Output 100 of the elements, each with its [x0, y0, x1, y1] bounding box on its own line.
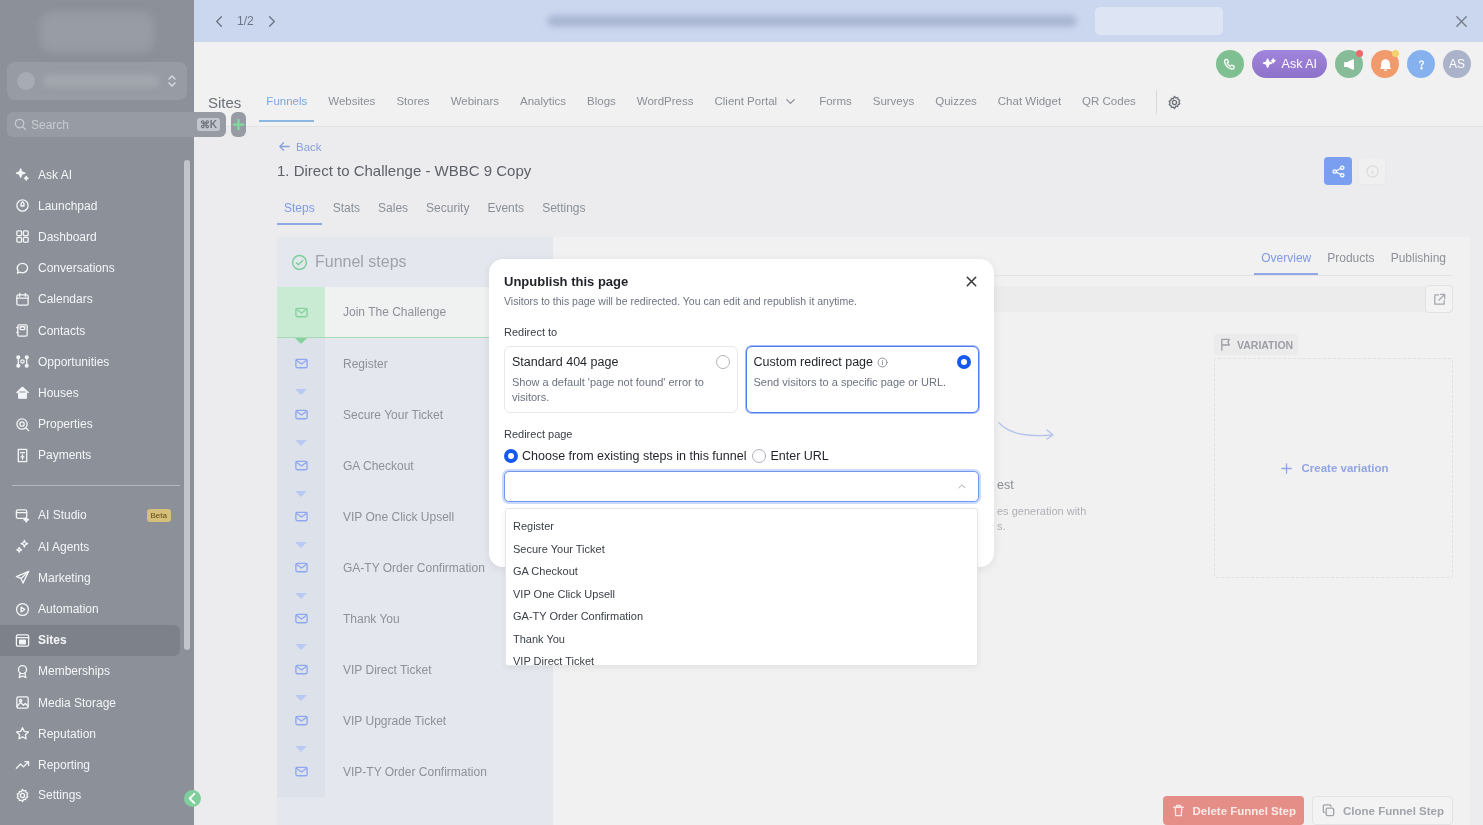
radio-button[interactable] [957, 355, 971, 369]
radio-button[interactable] [504, 449, 518, 463]
nav-tab[interactable]: Webinars [443, 82, 506, 122]
dropdown-option[interactable]: GA Checkout [506, 560, 977, 583]
close-icon [1454, 13, 1469, 29]
field-label: Redirect page [504, 428, 574, 440]
add-button[interactable] [231, 112, 246, 137]
nav-tab[interactable]: Funnels [259, 82, 315, 122]
redirect-option-card[interactable]: Custom redirect page Send visitors to a specific page or URL. [745, 346, 979, 413]
sidebar-item[interactable]: Dashboard [0, 221, 180, 253]
page-counter: 1/2 [237, 14, 254, 28]
variation-label: VARIATION [1214, 334, 1299, 355]
nav-tab[interactable]: Surveys [865, 82, 922, 122]
radio-button[interactable] [715, 355, 730, 369]
account-switcher[interactable] [7, 62, 187, 100]
dropdown-option[interactable]: GA-TY Order Confirmation [506, 605, 977, 628]
page-tab[interactable]: Settings [535, 201, 593, 225]
avatar[interactable]: AS [1443, 50, 1471, 78]
ask-ai-button[interactable]: Ask AI [1251, 50, 1327, 78]
radio-button[interactable] [752, 449, 767, 463]
radio-option[interactable]: Choose from existing steps in this funnel [504, 449, 747, 463]
nav-tab[interactable]: Chat Widget [990, 82, 1069, 122]
sidebar-item[interactable]: Calendars [0, 283, 180, 315]
chevron-up-down-icon [167, 73, 177, 89]
open-external-button[interactable] [1425, 285, 1453, 313]
sidebar-item[interactable]: Conversations [0, 252, 180, 284]
dialog-title: Unpublish this page [504, 274, 629, 289]
sidebar-item[interactable]: Properties [0, 408, 180, 440]
share-button[interactable] [1324, 157, 1352, 185]
sidebar-item[interactable]: Memberships [0, 655, 180, 687]
close-button[interactable] [964, 274, 979, 289]
sidebar-item[interactable]: Settings [0, 779, 180, 811]
nav-tab[interactable]: Analytics [513, 82, 574, 122]
sidebar-item[interactable]: Automation [0, 593, 180, 625]
delete-button[interactable]: Delete Funnel Step [1162, 796, 1305, 825]
dropdown-option[interactable]: Thank You [506, 627, 977, 650]
trash-icon [1170, 803, 1186, 818]
envelope-icon [293, 458, 309, 473]
sidebar-item[interactable]: Reporting [0, 749, 180, 781]
clone-button[interactable]: Clone Funnel Step [1312, 796, 1453, 825]
sparkle-icon [15, 167, 30, 183]
sidebar-item[interactable]: Reputation [0, 718, 180, 750]
page-select-field[interactable] [504, 471, 979, 502]
copy-icon [1321, 803, 1337, 818]
bell-button[interactable] [1371, 50, 1399, 78]
nav-tab[interactable]: QR Codes [1075, 82, 1143, 122]
sidebar-item[interactable]: Houses [0, 377, 180, 409]
dropdown-option[interactable]: Secure Your Ticket [506, 537, 977, 560]
nav-tab[interactable]: Quizzes [928, 82, 984, 122]
sidebar-item[interactable]: Marketing [0, 562, 180, 594]
dropdown-option[interactable]: Register [506, 515, 977, 538]
detail-tab[interactable]: Overview [1254, 251, 1319, 275]
page-tab[interactable]: Security [419, 201, 477, 225]
nav-tab[interactable]: Forms [812, 82, 859, 122]
sidebar-item[interactable]: AI Studio Beta [0, 499, 180, 532]
option-description: Show a default 'page not found' error to visitors. [512, 375, 705, 405]
image-icon [15, 695, 30, 711]
megaphone-button[interactable] [1335, 50, 1363, 78]
nav-tab[interactable]: Stores [389, 82, 437, 122]
external-link-icon [1431, 291, 1447, 307]
page-tab[interactable]: Events [480, 201, 532, 225]
arrow-drawing [997, 420, 1057, 440]
sidebar-item[interactable]: AI Agents [0, 531, 180, 563]
shortcut-badge: ⌘K [196, 118, 220, 131]
sidebar-item[interactable]: Payments [0, 439, 180, 471]
phone-icon [1222, 56, 1238, 72]
create-variation-button[interactable]: Create variation [1272, 459, 1395, 477]
page-tab[interactable]: Stats [325, 201, 368, 225]
phone-button[interactable] [1215, 50, 1244, 78]
dropdown-option[interactable]: VIP Direct Ticket [506, 650, 977, 665]
sidebar-item[interactable]: Launchpad [0, 190, 180, 222]
radio-option[interactable]: Enter URL [752, 449, 829, 463]
sidebar-item[interactable]: Ask AI [0, 159, 180, 191]
help-button[interactable] [1407, 50, 1435, 78]
rocket-icon [15, 198, 30, 214]
nav-tab[interactable]: Client Portal [707, 82, 806, 122]
dropdown-option[interactable]: VIP One Click Upsell [506, 582, 977, 605]
back-link[interactable]: Back [277, 139, 322, 154]
option-description: Send visitors to a specific page or URL. [753, 375, 948, 390]
arrow-left-icon [277, 139, 292, 154]
sidebar-item[interactable]: Media Storage [0, 687, 180, 719]
page-title: 1. Direct to Challenge - WBBC 9 Copy [277, 162, 532, 179]
nav-tab[interactable]: Blogs [580, 82, 623, 122]
house-icon [15, 385, 30, 401]
sidebar-item[interactable]: Contacts [0, 314, 180, 347]
page-tab[interactable]: Sales [371, 201, 416, 225]
sidebar-item[interactable]: Sites [0, 624, 180, 656]
page-tab[interactable]: Steps [277, 201, 322, 225]
bell-icon [1377, 56, 1393, 72]
envelope-icon [293, 611, 309, 626]
nav-tab[interactable]: WordPress [629, 82, 701, 122]
sidebar-item[interactable]: Opportunities [0, 346, 180, 378]
detail-tab[interactable]: Publishing [1383, 251, 1453, 275]
down-triangle-icon [295, 389, 307, 395]
collapse-button[interactable] [184, 790, 201, 807]
redirect-option-card[interactable]: Standard 404 page Show a default 'page not found' error to visitors. [504, 346, 738, 413]
envelope-icon [293, 509, 309, 524]
nav-tab[interactable]: Websites [321, 82, 383, 122]
detail-tab[interactable]: Products [1320, 251, 1382, 275]
close-icon [964, 274, 979, 289]
